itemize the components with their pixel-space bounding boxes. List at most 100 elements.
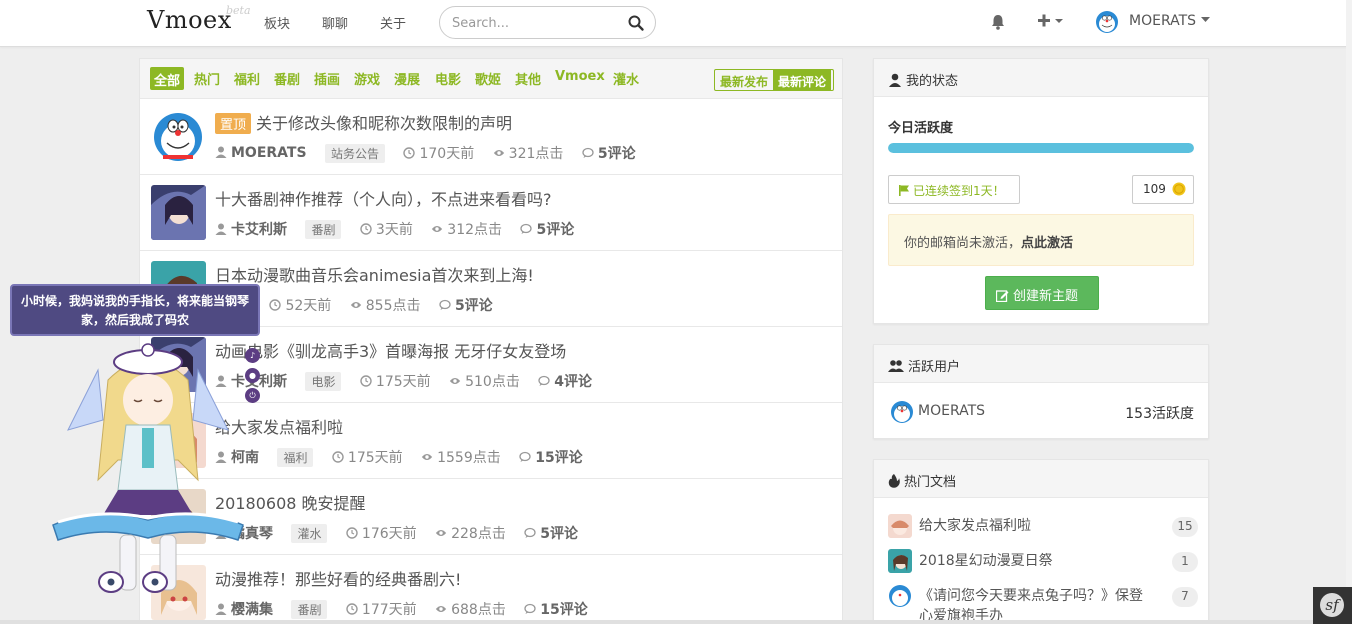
topic-tag[interactable]: 番剧 <box>305 219 342 239</box>
top-navbar: Vmoex beta 板块 聊聊 关于 MOERATS <box>0 0 1352 47</box>
category-illustration[interactable]: 插画 <box>314 69 340 88</box>
create-menu-dropdown[interactable] <box>1036 11 1066 31</box>
coin-balance[interactable]: 109 <box>1132 175 1194 204</box>
flag-icon <box>899 185 909 196</box>
user-avatar[interactable] <box>1095 10 1119 34</box>
category-other[interactable]: 其他 <box>515 69 541 88</box>
topic-author[interactable]: 卡艾利斯 <box>215 219 287 239</box>
eye-icon <box>435 606 447 612</box>
nav-link-chat[interactable]: 聊聊 <box>322 13 348 32</box>
pinned-badge: 置顶 <box>215 113 252 134</box>
category-expo[interactable]: 漫展 <box>394 69 420 88</box>
symfony-debug-toolbar-toggle[interactable]: sf <box>1313 587 1352 624</box>
checkin-button[interactable]: 已连续签到1天！ <box>888 175 1020 204</box>
plus-icon <box>1038 14 1063 27</box>
hot-doc-title[interactable]: 给大家发点福利啦 <box>919 516 1149 536</box>
nav-link-boards[interactable]: 板块 <box>264 13 290 32</box>
hot-doc-item[interactable]: 2018星幻动漫夏日祭 1 <box>888 549 1198 573</box>
brand-logo[interactable]: Vmoex <box>147 6 232 34</box>
music-note-icon[interactable]: ♪ <box>245 348 260 363</box>
active-user-name[interactable]: MOERATS <box>918 403 985 419</box>
topic-title[interactable]: 十大番剧神作推荐（个人向），不点进来看看吗? <box>215 186 552 210</box>
category-filter-bar: 全部 热门 福利 番剧 插画 游戏 漫展 电影 歌姬 其他 Vmoex 灌水 最… <box>140 59 842 99</box>
sort-latest-posts-button[interactable]: 最新发布 <box>715 70 773 90</box>
eye-icon <box>493 150 504 156</box>
topic-tag[interactable]: 番剧 <box>291 599 328 619</box>
topic-title[interactable]: 动画电影《驯龙高手3》首曝海报 无牙仔女友登场 <box>215 338 566 362</box>
topic-comments: 4评论 <box>538 371 592 391</box>
chat-icon[interactable]: ● <box>245 368 260 383</box>
category-water[interactable]: 灌水 <box>613 69 639 88</box>
mascot-character[interactable] <box>48 340 248 610</box>
comment-icon <box>524 603 536 614</box>
topic-tag[interactable]: 福利 <box>277 447 314 467</box>
active-user-score: 153活跃度 <box>1125 406 1194 422</box>
topic-title[interactable]: 动漫推荐！那些好看的经典番剧六! <box>215 566 461 590</box>
category-vmoex[interactable]: Vmoex <box>555 69 605 84</box>
comment-icon <box>524 527 536 538</box>
hot-doc-title[interactable]: 2018星幻动漫夏日祭 <box>919 551 1149 571</box>
topic-views: 228点击 <box>435 523 506 543</box>
clock-icon <box>332 451 344 463</box>
nav-link-about[interactable]: 关于 <box>380 13 406 32</box>
topic-tag[interactable]: 站务公告 <box>325 143 386 163</box>
hot-doc-item[interactable]: 给大家发点福利啦 15 <box>888 514 1198 538</box>
hot-doc-title[interactable]: 《请问您今天要来点兔子吗？》保登心爱旗袍手办 <box>919 586 1149 624</box>
topic-title[interactable]: 日本动漫歌曲音乐会animesia首次来到上海! <box>215 262 534 286</box>
topic-avatar[interactable] <box>151 109 206 164</box>
topic-author[interactable]: MOERATS <box>215 145 307 161</box>
topic-meta: 卡艾利斯 电影 175天前 510点击 4评论 <box>215 371 606 391</box>
activity-progress-fill <box>888 143 1194 153</box>
topic-row[interactable]: 十大番剧神作推荐（个人向），不点进来看看吗? 卡艾利斯 番剧 3天前 312点击… <box>140 175 842 251</box>
my-status-card: 我的状态 今日活跃度 已连续签到1天！ 109 你的邮箱尚未激活，点此激活 创建… <box>873 58 1209 324</box>
active-user-row[interactable]: MOERATS 153活跃度 <box>888 399 1194 425</box>
topic-meta: 樱满集 番剧 177天前 688点击 15评论 <box>215 599 602 619</box>
topic-avatar[interactable] <box>151 185 206 240</box>
topic-tag[interactable]: 电影 <box>305 371 342 391</box>
clock-icon <box>346 527 358 539</box>
card-header: 活跃用户 <box>874 345 1208 383</box>
topic-time: 176天前 <box>346 523 417 543</box>
topic-tag[interactable]: 灌水 <box>291 523 328 543</box>
comment-icon <box>520 223 533 234</box>
category-all[interactable]: 全部 <box>150 67 185 90</box>
search-input[interactable] <box>452 14 622 32</box>
hot-docs-card: 热门文档 给大家发点福利啦 15 2018星幻动漫夏日祭 1 《请问您今天要来点… <box>873 459 1209 624</box>
hot-doc-count: 7 <box>1172 587 1198 607</box>
hot-doc-item[interactable]: 《请问您今天要来点兔子吗？》保登心爱旗袍手办 7 <box>888 584 1198 624</box>
search-icon[interactable] <box>627 14 645 32</box>
topic-meta: 柯南 福利 175天前 1559点击 15评论 <box>215 447 597 467</box>
bell-icon[interactable] <box>990 13 1006 31</box>
category-games[interactable]: 游戏 <box>354 69 380 88</box>
topic-comments: 15评论 <box>524 599 588 619</box>
activity-progress-bar <box>888 143 1194 153</box>
symfony-logo-icon: sf <box>1320 593 1344 617</box>
topic-title-text: 关于修改头像和昵称次数限制的声明 <box>256 114 513 133</box>
category-movies[interactable]: 电影 <box>435 69 461 88</box>
category-welfare[interactable]: 福利 <box>234 69 260 88</box>
topic-comments: 5评论 <box>524 523 578 543</box>
user-icon <box>889 73 901 87</box>
topic-title[interactable]: 置顶 关于修改头像和昵称次数限制的声明 <box>215 110 512 134</box>
activate-email-link[interactable]: 点此激活 <box>1021 236 1073 251</box>
eye-icon <box>435 530 447 536</box>
topic-comments: 15评论 <box>519 447 583 467</box>
vertical-scrollbar[interactable] <box>1346 0 1352 624</box>
category-hot[interactable]: 热门 <box>194 69 220 88</box>
topic-time: 177天前 <box>346 599 417 619</box>
horizontal-scrollbar[interactable] <box>0 620 1313 624</box>
topic-meta: 橘真琴 灌水 176天前 228点击 5评论 <box>215 523 592 543</box>
user-avatar[interactable] <box>890 399 914 425</box>
clock-icon <box>360 375 372 387</box>
comment-icon <box>519 451 531 462</box>
sort-latest-comments-button[interactable]: 最新评论 <box>773 70 832 90</box>
category-anime[interactable]: 番剧 <box>274 69 300 88</box>
mascot-speech-bubble: 小时候，我妈说我的手指长，将来能当钢琴家，然后我成了码农 <box>10 284 260 336</box>
create-topic-button[interactable]: 创建新主题 <box>985 276 1099 310</box>
category-singers[interactable]: 歌姬 <box>475 69 501 88</box>
topic-row[interactable]: 置顶 关于修改头像和昵称次数限制的声明 MOERATS 站务公告 170天前 32… <box>140 99 842 175</box>
user-menu-dropdown[interactable]: MOERATS <box>1129 13 1210 29</box>
topic-time: 170天前 <box>403 143 474 163</box>
power-icon[interactable]: ⏻ <box>245 388 260 403</box>
caret-down-icon <box>1200 17 1210 22</box>
